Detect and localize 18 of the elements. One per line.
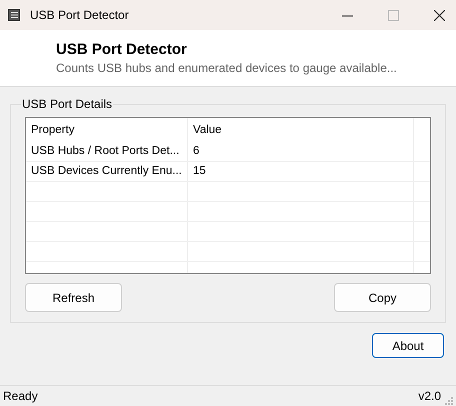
status-text: Ready [3,389,38,403]
group-title: USB Port Details [21,97,114,111]
app-icon [8,9,20,21]
table-cell: USB Hubs / Root Ports Det... [26,142,188,161]
refresh-button[interactable]: Refresh [25,283,122,312]
app-description: Counts USB hubs and enumerated devices to gauge available... [56,61,398,75]
table-cell: 6 [188,142,414,161]
table-cell: 15 [188,162,414,181]
column-header[interactable]: Value [188,118,414,142]
table-cell: USB Devices Currently Enu... [26,162,188,181]
about-button[interactable]: About [372,333,444,358]
copy-button[interactable]: Copy [334,283,431,312]
window-title: USB Port Detector [30,8,129,22]
version-label: v2.0 [418,389,441,403]
column-header[interactable]: Property [26,118,188,142]
app-heading: USB Port Detector [56,41,188,58]
close-icon[interactable] [434,10,445,20]
resize-grip-icon[interactable] [445,397,453,405]
